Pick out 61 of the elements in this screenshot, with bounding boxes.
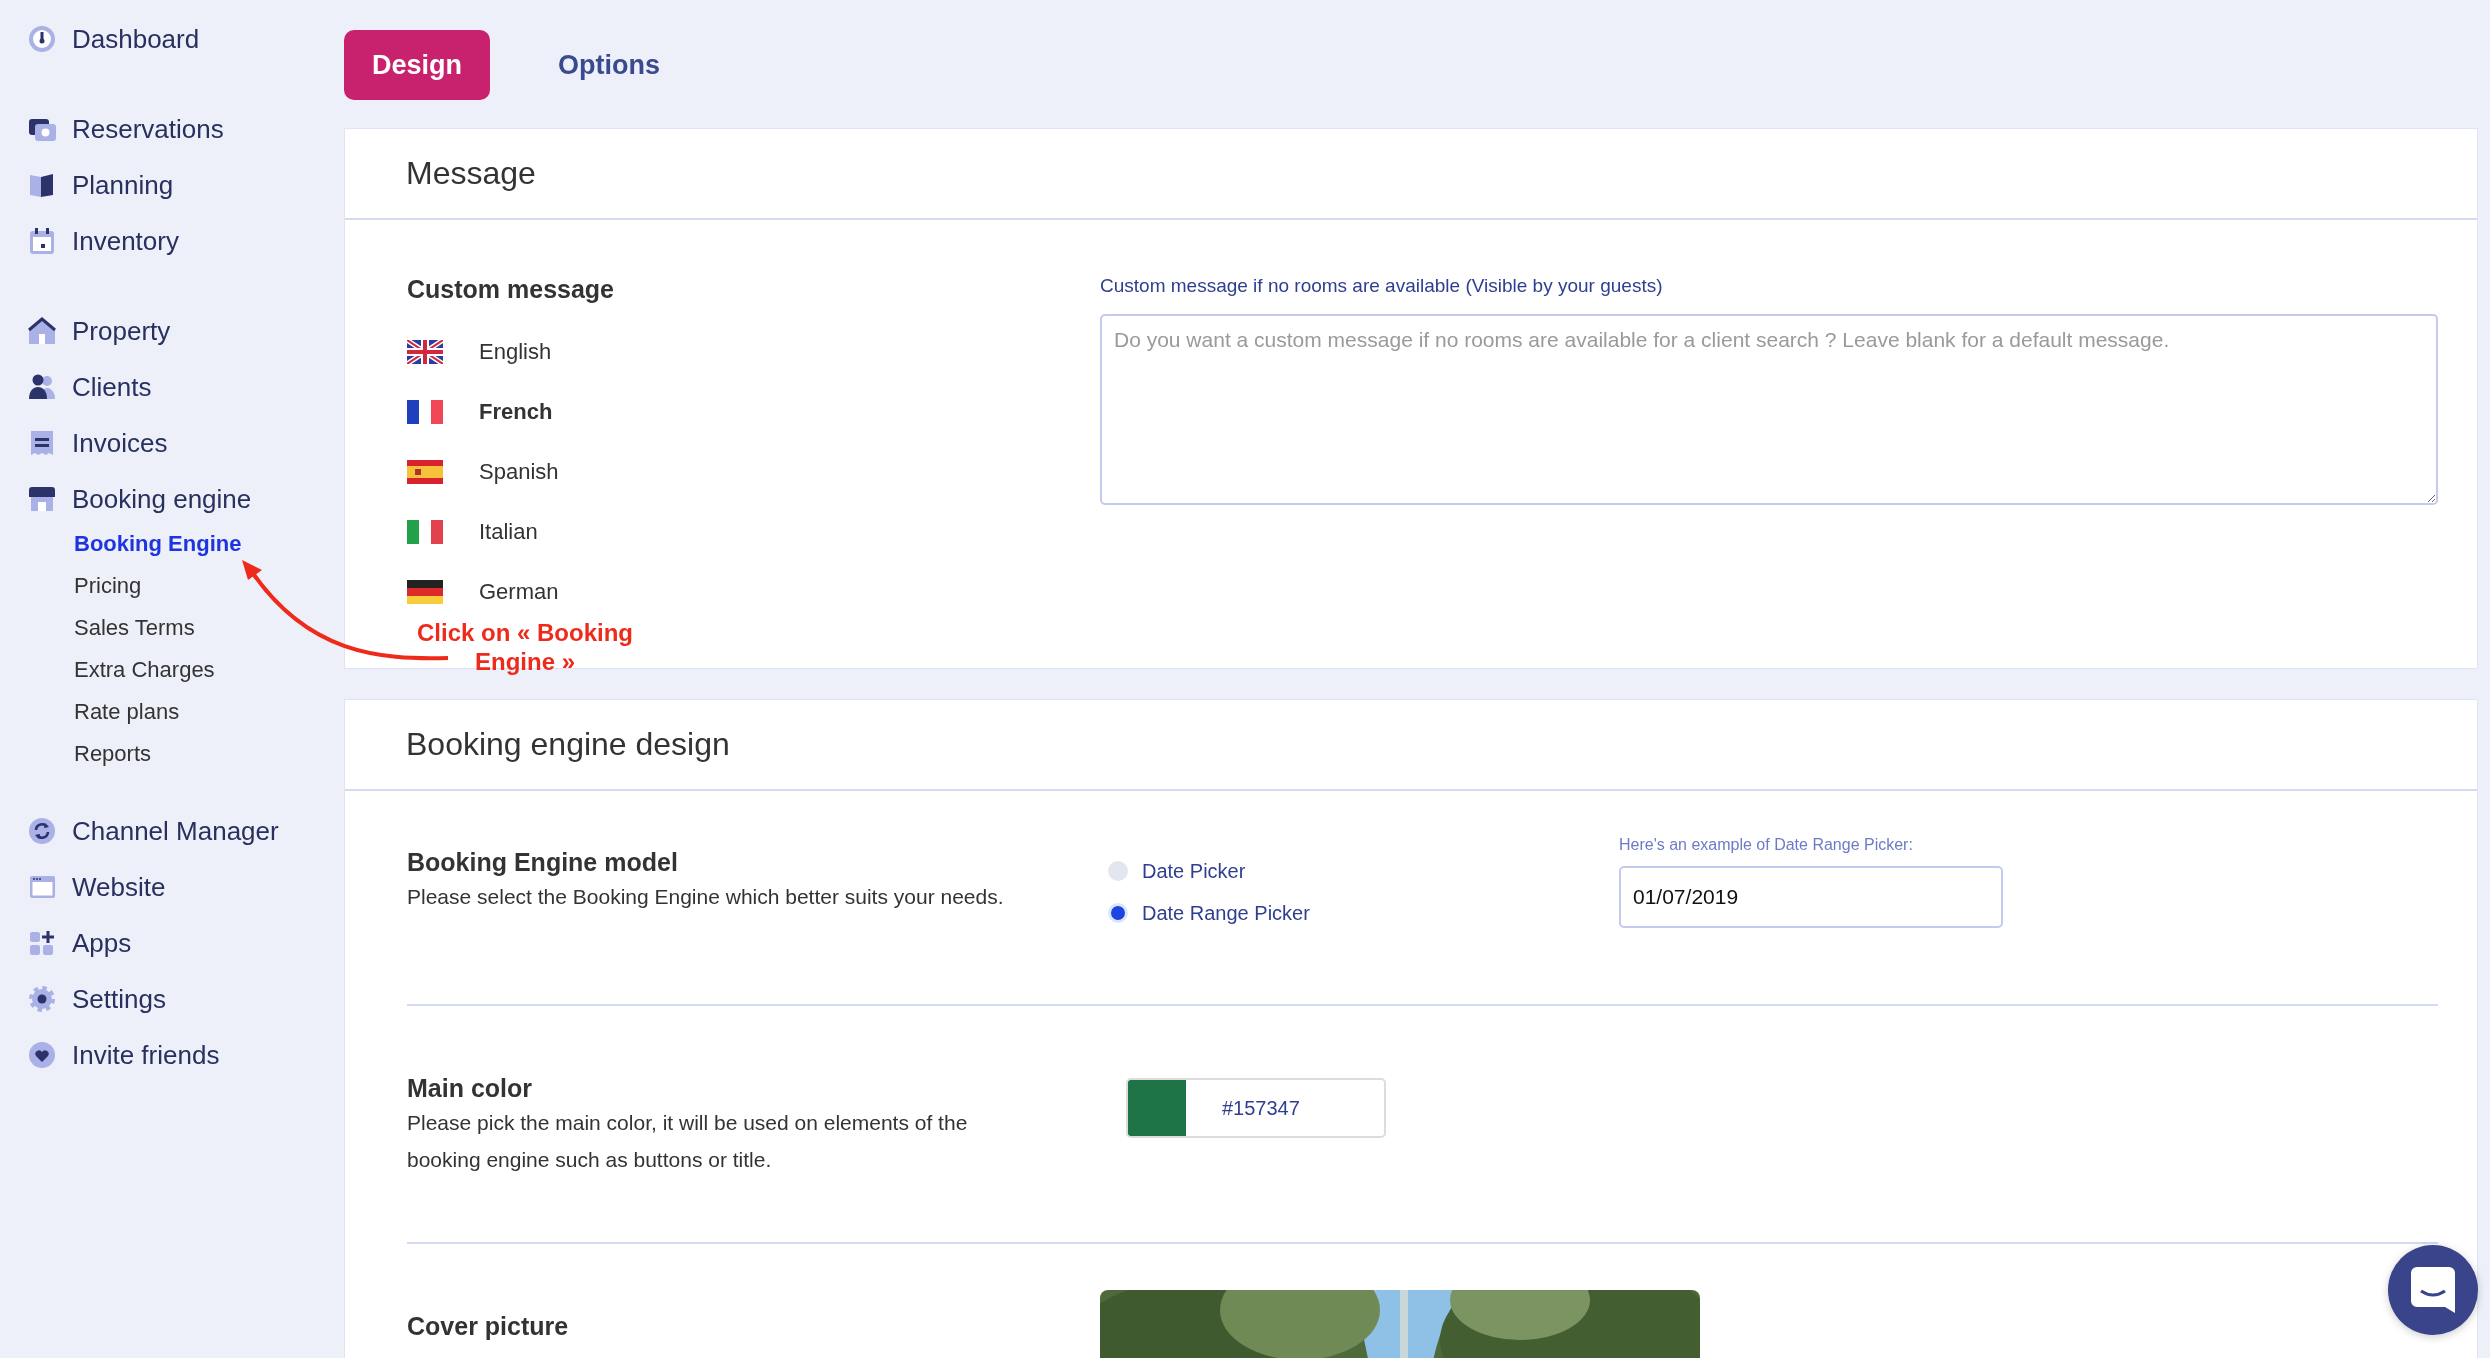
field-label: Custom message if no rooms are available (Visible by your guests): [1100, 274, 1664, 298]
date-input-field[interactable]: 01/07/2019: [1619, 866, 2003, 928]
message-input-field[interactable]: Do you want a custom message if no rooms are available for a client search ? Leave blank for a default message.: [1100, 314, 2438, 505]
italy-flag-icon: [407, 520, 443, 544]
submenu-item[interactable]: Rate plans: [74, 691, 344, 733]
gauge-icon: [28, 25, 56, 53]
spain-flag-icon: [407, 460, 443, 484]
sidebar-item[interactable]: Inventory: [0, 213, 344, 269]
setting-title: Main color: [407, 1073, 533, 1104]
people-icon: [28, 373, 56, 401]
sidebar-item[interactable]: Reservations: [0, 101, 344, 157]
setting-title: Cover picture: [407, 1311, 570, 1342]
language-option[interactable]: German: [479, 579, 559, 605]
submenu-item[interactable]: Reports: [74, 733, 344, 775]
language-option[interactable]: Spanish: [479, 459, 559, 485]
sidebar-item[interactable]: Invite friends: [0, 1027, 344, 1083]
sidebar-item[interactable]: Website: [0, 859, 344, 915]
sync-icon: [28, 817, 56, 845]
sidebar-item[interactable]: Property: [0, 303, 344, 359]
sidebar-item[interactable]: Dashboard: [0, 11, 344, 67]
language-option[interactable]: Italian: [479, 519, 538, 545]
home-icon: [28, 317, 56, 345]
language-option[interactable]: French: [479, 399, 553, 425]
radio-button[interactable]: [1108, 903, 1128, 923]
calendar-icon: [28, 227, 56, 255]
radio-label[interactable]: Date Picker: [1142, 859, 1246, 883]
tab[interactable]: Design: [344, 30, 491, 100]
settings-icon: [28, 985, 56, 1013]
apps-grid-icon: [28, 929, 56, 957]
book-icon: [28, 171, 56, 199]
radio-button[interactable]: [1108, 861, 1128, 881]
annotation-text: Click on « Booking Engine »: [416, 618, 634, 676]
sidebar-item[interactable]: Invoices: [0, 415, 344, 471]
color-value: #157347: [1221, 1095, 1301, 1121]
uk-flag-icon: [407, 340, 443, 364]
submenu-item[interactable]: Pricing: [74, 565, 344, 607]
radio-label[interactable]: Date Range Picker: [1142, 901, 1310, 925]
color-swatch[interactable]: [1128, 1080, 1186, 1136]
submenu-item[interactable]: Extra Charges: [74, 649, 344, 691]
sidebar-item[interactable]: Channel Manager: [0, 803, 344, 859]
germany-flag-icon: [407, 580, 443, 604]
receipt-icon: [28, 429, 56, 457]
card-title: Booking engine design: [345, 700, 2477, 791]
section-title: Custom message: [407, 274, 616, 305]
france-flag-icon: [407, 400, 443, 424]
chat-bubble-icon: [2411, 1267, 2455, 1313]
setting-title: Booking Engine model: [407, 847, 679, 878]
language-option[interactable]: English: [479, 339, 552, 365]
setting-description: Please pick the main color, it will be used on elements of the booking engine such as buttons or title.: [407, 1110, 969, 1173]
sidebar-item[interactable]: Planning: [0, 157, 344, 213]
submenu-item[interactable]: Sales Terms: [74, 607, 344, 649]
color-picker[interactable]: #157347: [1126, 1078, 1386, 1138]
sidebar-item[interactable]: Settings: [0, 971, 344, 1027]
sidebar-item[interactable]: Apps: [0, 915, 344, 971]
store-icon: [28, 485, 56, 513]
example-label: Here's an example of Date Range Picker:: [1619, 836, 1914, 854]
sidebar-item[interactable]: Clients: [0, 359, 344, 415]
tab[interactable]: Options: [530, 30, 689, 100]
setting-description: Please select the Booking Engine which better suits your needs.: [407, 884, 1005, 910]
browser-window-icon: [28, 873, 56, 901]
card-title: Message: [345, 129, 2477, 220]
